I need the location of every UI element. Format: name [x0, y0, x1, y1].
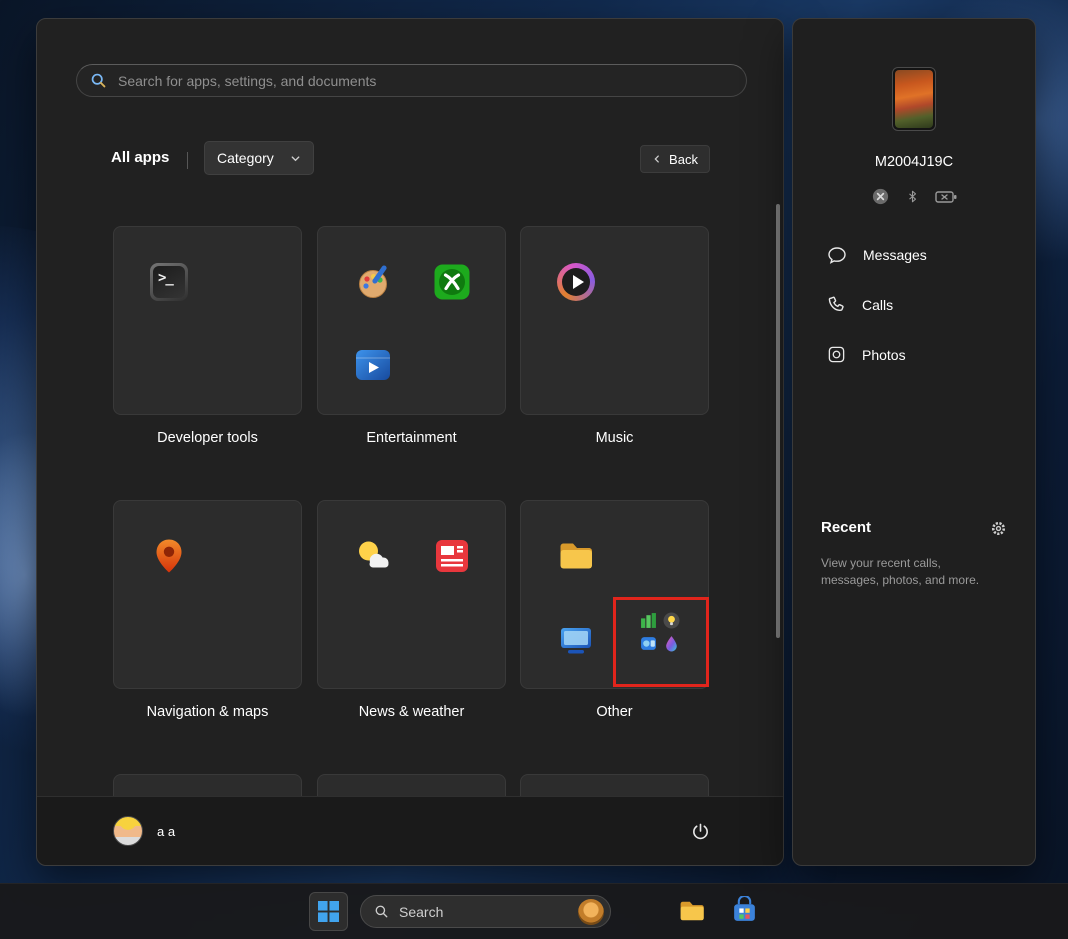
start-menu: All apps Category Back >_	[36, 18, 784, 866]
news-icon	[433, 537, 471, 575]
computer-icon	[557, 620, 595, 658]
maps-icon	[150, 537, 188, 575]
category-tile-navigation-maps[interactable]	[113, 500, 302, 689]
recent-description: View your recent calls, messages, photos…	[821, 555, 996, 589]
phone-preview	[892, 67, 936, 131]
chevron-down-icon	[290, 153, 301, 164]
category-label: Navigation & maps	[113, 704, 302, 720]
shortcut-label: Messages	[863, 247, 927, 263]
battery-unknown-icon	[935, 190, 957, 204]
taskbar-store-icon[interactable]	[730, 896, 759, 925]
search-highlight-lion-icon[interactable]	[578, 899, 604, 925]
xbox-icon	[433, 263, 471, 301]
scrollbar-thumb[interactable]	[776, 204, 780, 638]
category-label: Developer tools	[113, 430, 302, 446]
phone-shortcut-calls[interactable]: Calls	[827, 295, 893, 314]
photos-icon	[827, 345, 846, 364]
messages-icon	[827, 245, 847, 265]
edge-icon	[636, 537, 674, 575]
search-icon	[90, 72, 107, 89]
category-tile-developer-tools[interactable]: >_	[113, 226, 302, 415]
category-dropdown[interactable]: Category	[204, 141, 314, 175]
start-menu-footer: a a	[37, 796, 783, 865]
user-avatar	[113, 816, 143, 846]
terminal-icon: >_	[150, 263, 188, 301]
start-button[interactable]	[309, 892, 348, 931]
user-account-button[interactable]: a a	[99, 811, 189, 851]
shortcut-label: Photos	[862, 347, 906, 363]
recent-heading: Recent	[821, 519, 871, 536]
phone-wallpaper-image	[895, 70, 933, 128]
user-name: a a	[157, 824, 175, 839]
taskbar-file-explorer-icon[interactable]	[678, 897, 706, 925]
category-tile-entertainment[interactable]	[317, 226, 506, 415]
back-button[interactable]: Back	[640, 145, 710, 173]
phone-shortcut-messages[interactable]: Messages	[827, 245, 927, 265]
all-apps-heading: All apps	[111, 149, 169, 166]
category-tile-other[interactable]	[520, 500, 709, 689]
media-player-icon	[557, 263, 595, 301]
category-label: Music	[520, 430, 709, 446]
taskbar-search-box[interactable]: Search	[360, 895, 611, 928]
category-label: Entertainment	[317, 430, 506, 446]
category-label: Other	[520, 704, 709, 720]
category-tile-news-weather[interactable]	[317, 500, 506, 689]
disconnected-icon	[871, 187, 890, 206]
start-search-bar[interactable]	[76, 64, 747, 97]
power-icon	[691, 822, 710, 841]
search-input[interactable]	[116, 72, 733, 90]
calls-icon	[827, 295, 846, 314]
phone-shortcut-photos[interactable]: Photos	[827, 345, 906, 364]
paint-icon	[354, 263, 392, 301]
chevron-left-icon	[652, 154, 662, 164]
shortcut-label: Calls	[862, 297, 893, 313]
weather-icon	[354, 537, 392, 575]
category-tile-music[interactable]	[520, 226, 709, 415]
taskbar-search-label: Search	[399, 904, 443, 920]
search-icon	[374, 904, 389, 919]
taskbar: Search	[0, 883, 1068, 939]
header-divider	[187, 152, 188, 169]
movies-tv-icon	[354, 346, 392, 384]
gear-icon	[990, 520, 1007, 537]
highlight-box	[613, 597, 709, 687]
recent-settings-button[interactable]	[986, 516, 1010, 540]
folder-icon	[557, 537, 595, 575]
category-label: News & weather	[317, 704, 506, 720]
bluetooth-icon	[905, 188, 920, 205]
device-name: M2004J19C	[793, 154, 1035, 170]
taskbar-edge-icon[interactable]	[629, 897, 657, 925]
back-button-label: Back	[669, 152, 698, 167]
power-button[interactable]	[681, 812, 719, 850]
windows-logo-icon	[318, 901, 339, 922]
phone-link-panel: M2004J19C Messages Calls Photos Recent	[792, 18, 1036, 866]
category-dropdown-label: Category	[217, 150, 274, 166]
phone-status-row	[793, 187, 1035, 206]
